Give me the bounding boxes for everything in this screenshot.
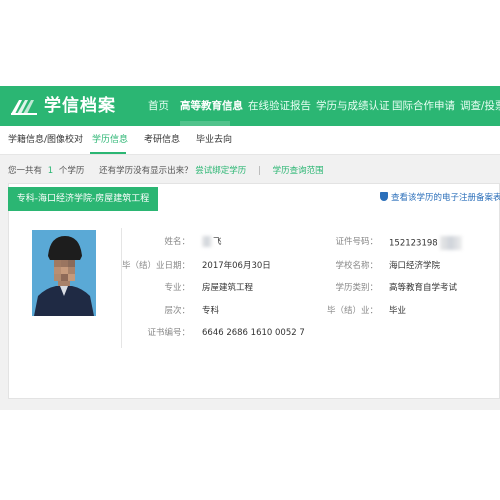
level-label: 层次：: [164, 306, 190, 316]
subnav-active-underline: [90, 152, 126, 154]
nav-degree-certification[interactable]: 学历与成绩认证: [316, 86, 390, 126]
school-name-value: 海口经济学院: [389, 261, 441, 271]
subnav-graduate-destination[interactable]: 毕业去向: [196, 126, 232, 154]
name-value-row: 飞: [202, 236, 222, 248]
subnav-postgrad-exam[interactable]: 考研信息: [144, 126, 180, 154]
id-number-row: 152123198: [389, 236, 462, 250]
graduation-status-value: 毕业: [389, 306, 407, 316]
id-number-label: 证件号码：: [335, 237, 378, 247]
nav-online-verify-report[interactable]: 在线验证报告: [248, 86, 311, 126]
education-type-value: 高等教育自学考试: [389, 283, 458, 293]
grad-date-value: 2017年06月30日: [202, 261, 271, 271]
certificate-no-value: 6646 2686 1610 0052 7: [202, 328, 305, 338]
shield-icon: [380, 192, 388, 201]
nav-international-cooperation[interactable]: 国际合作申请: [392, 86, 455, 126]
nav-survey-vote[interactable]: 调查/投票: [460, 86, 500, 126]
brand-logo-icon: [11, 100, 37, 115]
redacted-mark: [202, 236, 212, 247]
name-label: 姓名：: [164, 237, 190, 247]
certificate-no-label: 证书编号：: [147, 328, 190, 338]
subnav-enrollment-info[interactable]: 学籍信息/图像校对: [8, 126, 83, 154]
education-type-label: 学历类别：: [335, 283, 378, 293]
name-value: 飞: [213, 237, 222, 247]
redacted-mark: [439, 236, 462, 250]
missing-degree-question: 还有学历没有显示出来？: [99, 166, 193, 176]
count-prefix: 您一共有: [8, 166, 43, 176]
subnav-degree-info[interactable]: 学历信息: [92, 126, 128, 154]
degree-count: 1: [47, 166, 54, 176]
brand-title[interactable]: 学信档案: [44, 94, 116, 118]
query-scope-link[interactable]: 学历查询范围: [273, 163, 324, 179]
degree-count-bar: 您一共有 1 个学历 还有学历没有显示出来？ 尝试绑定学历 | 学历查询范围: [8, 163, 498, 179]
verify-registration-label: 查看该学历的电子注册备案表: [391, 193, 500, 203]
graduation-status-label: 毕（结）业：: [326, 306, 378, 316]
degree-record-tab[interactable]: 专科-海口经济学院-房屋建筑工程: [8, 187, 158, 211]
nav-home[interactable]: 首页: [148, 86, 169, 126]
verify-registration-link[interactable]: 查看该学历的电子注册备案表: [380, 192, 500, 204]
page-bottom-area: [0, 410, 500, 500]
id-number-value: 152123198: [389, 238, 438, 249]
major-value: 房屋建筑工程: [202, 283, 254, 293]
info-separator: |: [258, 166, 261, 176]
level-value: 专科: [202, 306, 220, 316]
school-name-label: 学校名称：: [335, 261, 378, 271]
major-label: 专业：: [164, 283, 190, 293]
nav-higher-education[interactable]: 高等教育信息: [180, 86, 243, 126]
student-photo: [32, 230, 96, 316]
count-suffix: 个学历: [58, 166, 85, 176]
grad-date-label: 毕（结）业日期：: [121, 261, 190, 271]
bind-degree-link[interactable]: 尝试绑定学历: [195, 163, 246, 179]
